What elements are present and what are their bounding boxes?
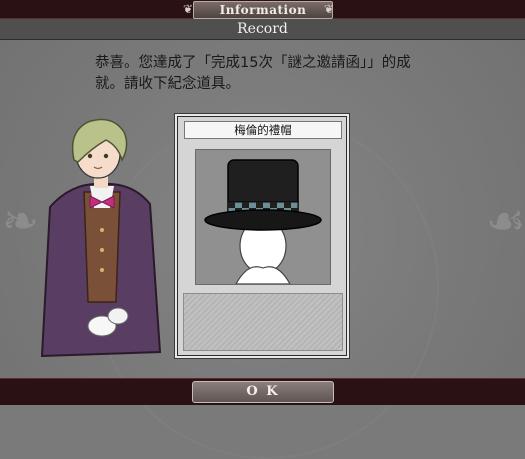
- top-hat-icon: [204, 159, 322, 285]
- right-ornament-icon: ☙: [486, 196, 525, 247]
- ok-button[interactable]: O K: [192, 381, 334, 403]
- character-button: [100, 248, 104, 252]
- character-eye-right: [103, 153, 109, 159]
- item-description-box: [183, 293, 343, 351]
- character-button: [100, 268, 104, 272]
- subtitle: Record: [237, 21, 288, 37]
- ornament-left-icon: ❦: [183, 2, 194, 16]
- window-title: Information: [193, 1, 333, 19]
- mannequin-shoulders: [234, 266, 292, 285]
- character-glove-right: [107, 307, 129, 325]
- item-image: [195, 149, 331, 285]
- character-eye-left: [87, 153, 93, 159]
- achievement-message: 恭喜。您達成了「完成15次「謎之邀請函」」的成 就。請收下紀念道具。: [95, 53, 485, 95]
- message-line-2: 就。請收下紀念道具。: [95, 76, 240, 92]
- item-description: [184, 294, 342, 350]
- message-line-1: 恭喜。您達成了「完成15次「謎之邀請函」」的成: [95, 55, 411, 71]
- character-vest: [83, 191, 121, 303]
- item-name: 梅倫的禮帽: [184, 121, 342, 139]
- hat-brim: [204, 209, 322, 231]
- character-portrait: [40, 118, 162, 358]
- ornament-right-icon: ❦: [324, 2, 335, 16]
- subtitle-bar: Record: [0, 19, 525, 40]
- character-button: [100, 228, 104, 232]
- reward-item-card: 梅倫的禮帽: [177, 116, 347, 356]
